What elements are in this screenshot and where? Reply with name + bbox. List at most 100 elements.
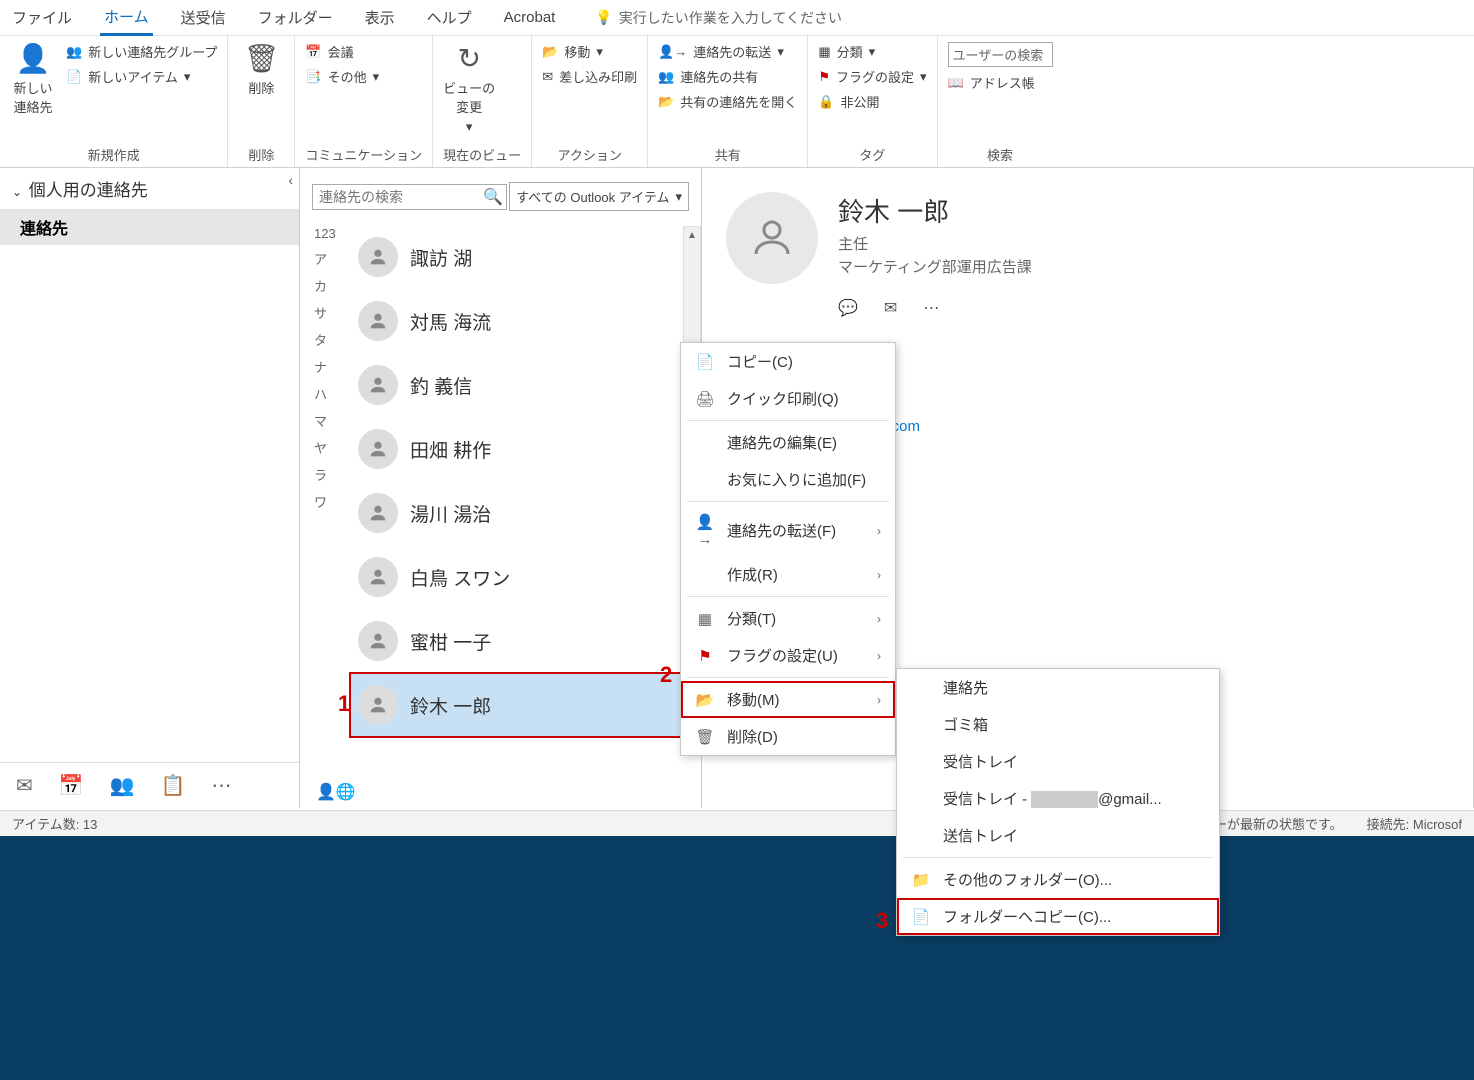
alpha-item[interactable]: ナ [314,357,336,376]
ribbon-tab-bar: ファイル ホーム 送受信 フォルダー 表示 ヘルプ Acrobat 💡 実行した… [0,0,1474,36]
meeting-button[interactable]: 📅 会議 [305,42,379,61]
ctx-label: クイック印刷(Q) [727,388,839,409]
calendar-icon: 📅 [305,44,321,60]
search-icon[interactable]: 🔍 [483,187,503,207]
user-search-input[interactable]: ユーザーの検索 [948,42,1053,67]
submenu-trash[interactable]: ゴミ箱 [897,706,1219,743]
contact-item[interactable]: 蜜柑 一子 [350,609,701,673]
alpha-item[interactable]: ワ [314,492,336,511]
ctx-label: 連絡先の転送(F) [727,520,836,541]
ctx-add-favorite[interactable]: お気に入りに追加(F) [681,461,895,498]
sidebar-item-contacts[interactable]: 連絡先 [0,209,299,245]
contact-search-input[interactable] [312,184,507,210]
delete-button[interactable]: 🗑 削除 [238,42,284,97]
ribbon-group-tag: ▦ 分類 ▾ ⚑ フラグの設定 ▾ 🔒 非公開 タグ [808,36,937,167]
submenu-inbox[interactable]: 受信トレイ [897,743,1219,780]
mail-nav-icon[interactable]: ✉ [16,773,33,798]
forward-contact-button[interactable]: 👤→ 連絡先の転送 ▾ [658,42,797,61]
ctx-forward-contact[interactable]: 👤→連絡先の転送(F)› [681,505,895,556]
tab-send-receive[interactable]: 送受信 [177,1,230,34]
tasks-nav-icon[interactable]: 📋 [161,773,186,798]
contact-item[interactable]: 諏訪 湖 [350,225,701,289]
address-book-button[interactable]: 📖 アドレス帳 [948,73,1053,92]
contact-item[interactable]: 白鳥 スワン [350,545,701,609]
ctx-copy[interactable]: 📄コピー(C) [681,343,895,380]
sidebar-header[interactable]: ⌄ 個人用の連絡先 [0,168,299,209]
scroll-up-icon[interactable]: ▲ [684,227,700,245]
submenu-other-folder[interactable]: 📁その他のフォルダー(O)... [897,861,1219,898]
share-contact-button[interactable]: 👥 連絡先の共有 [658,67,797,86]
people-nav-icon[interactable]: 👥 [110,773,135,798]
people-globe-icon[interactable]: 👤🌐 [316,782,356,802]
new-contact-button[interactable]: 👤 新しい 連絡先 [10,42,56,116]
tab-file[interactable]: ファイル [8,1,76,34]
new-contact-group-button[interactable]: 👥 新しい連絡先グループ [66,42,217,61]
mail-icon[interactable]: ✉ [884,298,897,318]
more-nav-icon[interactable]: ⋯ [211,773,231,798]
alpha-item[interactable]: マ [314,411,336,430]
ctx-categorize[interactable]: ▦分類(T)› [681,600,895,637]
alpha-item[interactable]: 123 [314,226,336,241]
comment-icon[interactable]: 💬 [838,298,858,318]
categorize-icon: ▦ [695,610,715,628]
annotation-3: 3 [876,908,888,934]
ctx-delete[interactable]: 🗑削除(D) [681,718,895,755]
private-button[interactable]: 🔒 非公開 [818,92,926,111]
alpha-item[interactable]: ラ [314,465,336,484]
change-view-label: ビューの 変更 [443,78,495,116]
submenu-inbox-gmail[interactable]: 受信トレイ - ________@gmail... [897,780,1219,817]
calendar-nav-icon[interactable]: 📅 [59,773,84,798]
tab-folder[interactable]: フォルダー [254,1,337,34]
bottom-nav: ✉ 📅 👥 📋 ⋯ [0,762,300,808]
tab-acrobat[interactable]: Acrobat [500,3,560,32]
contact-item[interactable]: 田畑 耕作 [350,417,701,481]
contact-item[interactable]: 釣 義信 [350,353,701,417]
separator [687,501,889,502]
tab-home[interactable]: ホーム [100,0,153,36]
open-shared-button[interactable]: 📂 共有の連絡先を開く [658,92,797,111]
trash-icon: 🗑 [244,42,280,75]
alpha-item[interactable]: タ [314,330,336,349]
other-label: その他 [328,67,367,86]
new-item-button[interactable]: 📄 新しいアイテム ▾ [66,67,217,86]
other-comm-button[interactable]: 📑 その他 ▾ [305,67,379,86]
group-label-action: アクション [542,143,637,164]
avatar-icon [358,237,398,277]
contact-item[interactable]: 湯川 湯治 [350,481,701,545]
alpha-item[interactable]: サ [314,303,336,322]
alpha-item[interactable]: ヤ [314,438,336,457]
categorize-button[interactable]: ▦ 分類 ▾ [818,42,926,61]
new-item-icon: 📄 [66,69,82,85]
chevron-right-icon: › [877,693,881,707]
more-icon[interactable]: ⋯ [923,298,939,318]
tell-me[interactable]: 💡 実行したい作業を入力してください [595,8,842,28]
ctx-move[interactable]: 📂移動(M)› [681,681,895,718]
ctx-label: 移動(M) [727,689,780,710]
ctx-flag[interactable]: ⚑フラグの設定(U)› [681,637,895,674]
submenu-contacts[interactable]: 連絡先 [897,669,1219,706]
submenu-copy-to-folder[interactable]: 📄フォルダーへコピー(C)... [897,898,1219,935]
chevron-down-icon: ⌄ [12,185,22,199]
detail-title: 主任 [838,233,1032,254]
contact-item[interactable]: 対馬 海流 [350,289,701,353]
flag-button[interactable]: ⚑ フラグの設定 ▾ [818,67,926,86]
alpha-item[interactable]: ア [314,249,336,268]
alpha-item[interactable]: ハ [314,384,336,403]
avatar-icon [358,493,398,533]
ctx-create[interactable]: 作成(R)› [681,556,895,593]
move-button[interactable]: 📂 移動 ▾ [542,42,637,61]
ctx-edit-contact[interactable]: 連絡先の編集(E) [681,424,895,461]
filter-dropdown[interactable]: すべての Outlook アイテム ▾ [509,182,689,211]
change-view-button[interactable]: ↻ ビューの 変更 ▾ [443,42,495,135]
alpha-item[interactable]: カ [314,276,336,295]
refresh-icon: ↻ [457,42,480,75]
mailmerge-button[interactable]: ✉ 差し込み印刷 [542,67,637,86]
ctx-quick-print[interactable]: 🖨クイック印刷(Q) [681,380,895,417]
contact-name: 白鳥 スワン [410,564,510,591]
collapse-sidebar-icon[interactable]: ‹ [288,172,293,188]
contact-item-selected[interactable]: 鈴木 一郎 [350,673,701,737]
contact-name: 鈴木 一郎 [410,692,491,719]
submenu-sent[interactable]: 送信トレイ [897,817,1219,854]
tab-help[interactable]: ヘルプ [423,1,476,34]
tab-view[interactable]: 表示 [361,1,399,34]
